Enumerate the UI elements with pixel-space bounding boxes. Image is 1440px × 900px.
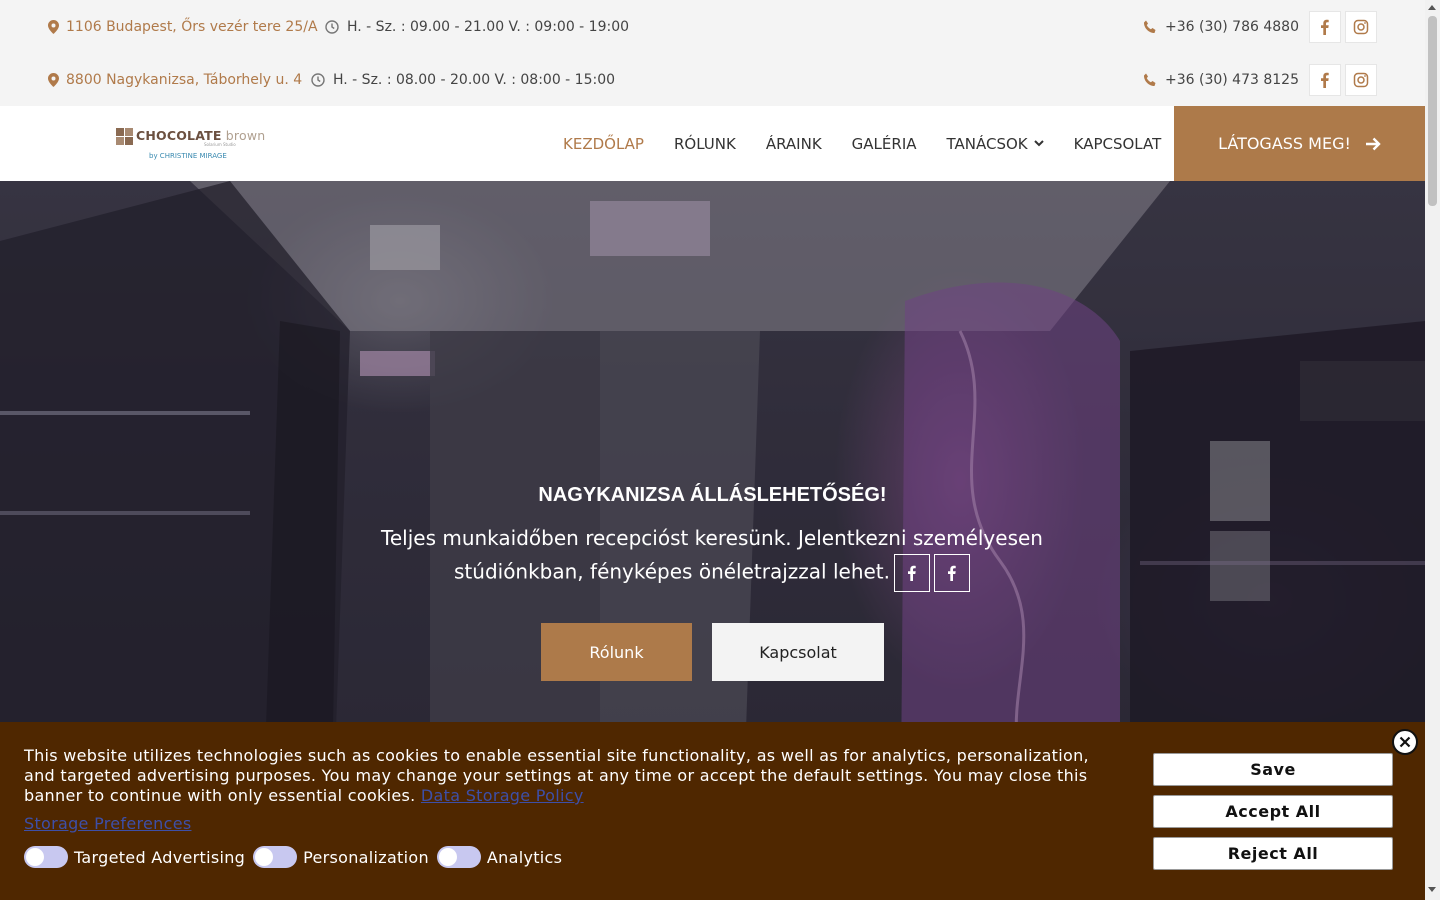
main-navigation: CHOCOLATE brown Solarium Studio by CHRIS… <box>0 106 1425 181</box>
phone-icon <box>1143 73 1156 86</box>
instagram-link[interactable] <box>1345 63 1377 96</box>
nav-item-rolunk[interactable]: RÓLUNK <box>674 135 736 153</box>
data-storage-policy-link[interactable]: Data Storage Policy <box>421 786 584 805</box>
map-pin-icon <box>48 72 59 87</box>
cookie-banner: This website utilizes technologies such … <box>0 722 1425 900</box>
nav-item-kezdolap[interactable]: KEZDŐLAP <box>563 135 644 153</box>
clock-icon <box>325 19 339 34</box>
phone-icon <box>1143 20 1156 33</box>
facebook-icon <box>948 565 956 581</box>
hero-facebook-link-2[interactable] <box>934 554 970 592</box>
logo-brand: CHOCOLATE brown <box>136 128 266 143</box>
nav-item-araink[interactable]: ÁRAINK <box>766 135 822 153</box>
save-button[interactable]: Save <box>1153 753 1393 786</box>
logo-byline: by CHRISTINE MIRAGE <box>149 152 227 160</box>
opening-hours: H. - Sz. : 09.00 - 21.00 V. : 09:00 - 19… <box>325 19 629 35</box>
opening-hours: H. - Sz. : 08.00 - 20.00 V. : 08:00 - 15… <box>311 72 615 88</box>
logo-tagline: Solarium Studio <box>204 142 236 147</box>
map-pin-icon <box>48 19 59 34</box>
cookie-toggles: Targeted Advertising Personalization Ana… <box>24 846 570 868</box>
phone-link[interactable]: +36 (30) 786 4880 <box>1143 19 1299 35</box>
facebook-icon <box>1321 19 1329 35</box>
phone-link[interactable]: +36 (30) 473 8125 <box>1143 72 1299 88</box>
address-text[interactable]: 1106 Budapest, Őrs vezér tere 25/A <box>66 19 318 35</box>
nav-item-galeria[interactable]: GALÉRIA <box>852 135 917 153</box>
instagram-icon <box>1353 19 1369 34</box>
personalization-toggle[interactable] <box>253 846 298 868</box>
hours-text: H. - Sz. : 09.00 - 21.00 V. : 09:00 - 19… <box>347 18 630 35</box>
targeted-advertising-toggle[interactable] <box>24 846 68 868</box>
visit-us-label: LÁTOGASS MEG! <box>1218 134 1351 153</box>
facebook-link[interactable] <box>1309 63 1341 96</box>
hours-text: H. - Sz. : 08.00 - 20.00 V. : 08:00 - 15… <box>333 71 616 88</box>
analytics-toggle[interactable] <box>436 846 481 868</box>
hero-facebook-link-1[interactable] <box>894 554 930 592</box>
storage-preferences-link[interactable]: Storage Preferences <box>24 814 192 833</box>
address-link[interactable]: 8800 Nagykanizsa, Táborhely u. 4 <box>48 72 302 88</box>
toggle-label: Personalization <box>303 847 429 867</box>
site-logo[interactable]: CHOCOLATE brown Solarium Studio by CHRIS… <box>116 126 265 166</box>
close-icon <box>1399 736 1411 748</box>
nav-menu: KEZDŐLAP RÓLUNK ÁRAINK GALÉRIA TANÁCSOK … <box>563 106 1191 181</box>
clock-icon <box>311 72 325 87</box>
page-scrollbar[interactable] <box>1425 0 1440 900</box>
nav-item-kapcsolat[interactable]: KAPCSOLAT <box>1074 135 1162 153</box>
phone-text[interactable]: +36 (30) 473 8125 <box>1165 72 1299 88</box>
visit-us-button[interactable]: LÁTOGASS MEG! <box>1174 106 1425 181</box>
reject-all-button[interactable]: Reject All <box>1153 837 1393 870</box>
instagram-link[interactable] <box>1345 10 1377 43</box>
scroll-down-arrow-icon[interactable] <box>1428 887 1436 892</box>
accept-all-button[interactable]: Accept All <box>1153 795 1393 828</box>
location-row-nagykanizsa: 8800 Nagykanizsa, Táborhely u. 4 H. - Sz… <box>0 53 1425 106</box>
hero-title: NAGYKANIZSA ÁLLÁSLEHETŐSÉG! <box>538 484 887 506</box>
facebook-icon <box>908 565 916 581</box>
logo-mark <box>116 128 134 146</box>
top-info-bar: 1106 Budapest, Őrs vezér tere 25/A H. - … <box>0 0 1425 106</box>
toggle-label: Targeted Advertising <box>74 847 246 867</box>
instagram-icon <box>1353 72 1369 87</box>
close-banner-button[interactable] <box>1392 729 1418 755</box>
toggle-label: Analytics <box>486 847 563 867</box>
arrow-right-icon <box>1365 137 1381 150</box>
cookie-message: This website utilizes technologies such … <box>24 746 1089 805</box>
address-link[interactable]: 1106 Budapest, Őrs vezér tere 25/A <box>48 19 318 35</box>
scrollbar-thumb[interactable] <box>1428 16 1437 206</box>
scroll-up-arrow-icon[interactable] <box>1428 5 1436 10</box>
hero-description: Teljes munkaidőben recepcióst keresünk. … <box>322 522 1102 592</box>
nav-item-tanacsok[interactable]: TANÁCSOK <box>947 135 1044 153</box>
phone-text[interactable]: +36 (30) 786 4880 <box>1165 19 1299 35</box>
facebook-link[interactable] <box>1309 10 1341 43</box>
chevron-down-icon <box>1033 140 1044 147</box>
about-us-button[interactable]: Rólunk <box>541 623 692 681</box>
address-text[interactable]: 8800 Nagykanizsa, Táborhely u. 4 <box>66 72 302 88</box>
location-row-budapest: 1106 Budapest, Őrs vezér tere 25/A H. - … <box>0 0 1425 53</box>
contact-button[interactable]: Kapcsolat <box>712 623 884 681</box>
facebook-icon <box>1321 72 1329 88</box>
